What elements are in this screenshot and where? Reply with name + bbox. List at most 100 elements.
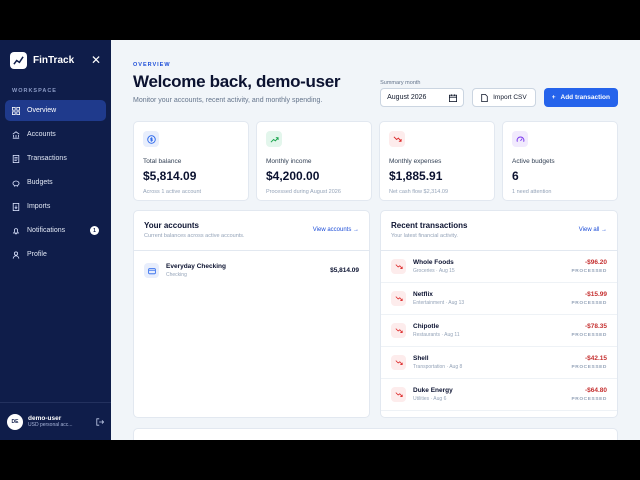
arrow-right-icon: → — [353, 227, 359, 233]
stat-label: Total balance — [143, 158, 182, 165]
trend-down-icon — [391, 291, 406, 306]
bottom-panel — [133, 428, 618, 440]
sidebar-item-label: Profile — [27, 251, 47, 258]
sidebar-item-label: Transactions — [27, 155, 67, 162]
file-import-icon — [12, 202, 20, 211]
accounts-panel: Your accounts Current balances across ac… — [133, 210, 370, 418]
dollar-icon — [143, 131, 159, 147]
stat-value: $5,814.09 — [143, 169, 197, 183]
transaction-amount: -$15.99 — [584, 291, 607, 298]
piggy-bank-icon — [12, 180, 20, 187]
sidebar: FinTrack ✕ WORKSPACE Overview Accounts T… — [0, 40, 111, 440]
trend-down-icon — [391, 259, 406, 274]
bank-icon — [12, 130, 20, 139]
view-all-label: View all — [578, 227, 600, 233]
user-icon — [12, 251, 20, 259]
add-transaction-button[interactable]: + Add transaction — [543, 88, 618, 107]
sidebar-item-profile[interactable]: Profile — [5, 244, 106, 265]
sidebar-item-label: Budgets — [27, 179, 53, 186]
transaction-status: PROCESSED — [571, 365, 607, 370]
sidebar-item-imports[interactable]: Imports — [5, 196, 106, 217]
transaction-status: PROCESSED — [571, 333, 607, 338]
arrow-right-icon: → — [601, 227, 607, 233]
stat-card-monthly-expenses: Monthly expenses $1,885.91 Net cash flow… — [379, 121, 495, 201]
trend-down-icon — [391, 387, 406, 402]
transaction-amount: -$78.35 — [584, 323, 607, 330]
bell-icon — [12, 227, 20, 234]
transaction-merchant: Duke Energy — [413, 387, 453, 394]
sidebar-item-overview[interactable]: Overview — [5, 100, 106, 121]
transaction-merchant: Chipotle — [413, 323, 439, 330]
import-csv-button[interactable]: Import CSV — [472, 88, 536, 107]
transaction-row[interactable]: Duke Energy Utilities · Aug 6 -$64.80 PR… — [381, 379, 617, 411]
transaction-meta: Groceries · Aug 15 — [413, 268, 455, 274]
sidebar-item-accounts[interactable]: Accounts — [5, 124, 106, 145]
app-name: FinTrack — [33, 54, 75, 66]
stat-card-monthly-income: Monthly income $4,200.00 Processed durin… — [256, 121, 372, 201]
stat-card-active-budgets: Active budgets 6 1 need attention — [502, 121, 618, 201]
transaction-amount: -$64.80 — [584, 387, 607, 394]
chart-logo-icon — [10, 51, 27, 69]
sidebar-item-label: Accounts — [27, 131, 56, 138]
transaction-row[interactable]: Shell Transportation · Aug 8 -$42.15 PRO… — [381, 347, 617, 379]
top-letterbox — [0, 0, 640, 40]
page-eyebrow: OVERVIEW — [133, 62, 171, 68]
user-card: DE demo-user USD personal acc... — [0, 402, 111, 440]
account-row[interactable]: Everyday Checking Checking $5,814.09 — [134, 251, 369, 290]
sidebar-item-transactions[interactable]: Transactions — [5, 148, 106, 169]
stat-note: Across 1 active account — [143, 189, 202, 195]
gauge-icon — [512, 131, 528, 147]
stat-value: $4,200.00 — [266, 169, 320, 183]
transaction-meta: Restaurants · Aug 11 — [413, 332, 460, 338]
close-icon[interactable]: ✕ — [91, 53, 101, 67]
stats-row: Total balance $5,814.09 Across 1 active … — [133, 121, 618, 201]
panel-subtitle: Your latest financial activity. — [391, 233, 458, 239]
trend-down-icon — [391, 355, 406, 370]
brand: FinTrack ✕ — [0, 40, 111, 80]
section-label: WORKSPACE — [12, 88, 57, 94]
transaction-meta: Utilities · Aug 6 — [413, 396, 447, 402]
transaction-amount: -$42.15 — [584, 355, 607, 362]
bottom-letterbox — [0, 440, 640, 480]
add-transaction-label: Add transaction — [560, 94, 610, 101]
header-actions: Summary month August 2026 Import CSV + A… — [380, 80, 618, 107]
app-window: FinTrack ✕ WORKSPACE Overview Accounts T… — [0, 40, 640, 440]
logout-icon[interactable] — [96, 413, 105, 431]
trend-up-icon — [266, 131, 282, 147]
transaction-row[interactable]: Netflix Entertainment · Aug 13 -$15.99 P… — [381, 283, 617, 315]
month-picker[interactable]: August 2026 — [380, 88, 465, 107]
sidebar-item-label: Notifications — [27, 227, 66, 234]
view-all-link[interactable]: View all → — [579, 227, 607, 233]
document-icon — [12, 154, 20, 163]
trend-down-icon — [391, 323, 406, 338]
transaction-merchant: Netflix — [413, 291, 433, 298]
account-balance: $5,814.09 — [330, 267, 359, 274]
wallet-icon — [144, 263, 159, 278]
stat-note: 1 need attention — [512, 189, 552, 195]
stat-label: Monthly expenses — [389, 158, 442, 165]
transaction-status: PROCESSED — [571, 269, 607, 274]
stat-value: $1,885.91 — [389, 169, 443, 183]
main-content: OVERVIEW Welcome back, demo-user Monitor… — [111, 40, 640, 440]
trend-down-icon — [389, 131, 405, 147]
grid-icon — [12, 106, 20, 115]
view-accounts-link[interactable]: View accounts → — [313, 227, 359, 233]
transaction-status: PROCESSED — [571, 301, 607, 306]
stat-label: Monthly income — [266, 158, 312, 165]
stat-note: Net cash flow $2,314.09 — [389, 189, 449, 195]
month-value: August 2026 — [387, 94, 427, 101]
sidebar-item-budgets[interactable]: Budgets — [5, 172, 106, 193]
transaction-row[interactable]: Chipotle Restaurants · Aug 11 -$78.35 PR… — [381, 315, 617, 347]
sidebar-nav: Overview Accounts Transactions Budgets I… — [0, 100, 111, 265]
sidebar-item-label: Overview — [27, 107, 57, 114]
transaction-status: PROCESSED — [571, 397, 607, 402]
user-subtitle: USD personal acc... — [28, 422, 73, 428]
avatar: DE — [7, 413, 23, 430]
import-csv-label: Import CSV — [493, 94, 527, 101]
view-accounts-label: View accounts — [312, 227, 352, 233]
file-icon — [481, 93, 488, 102]
transaction-merchant: Whole Foods — [413, 259, 454, 266]
transaction-row[interactable]: Whole Foods Groceries · Aug 15 -$96.20 P… — [381, 251, 617, 283]
transaction-meta: Entertainment · Aug 13 — [413, 300, 465, 306]
sidebar-item-notifications[interactable]: Notifications 1 — [5, 220, 106, 241]
